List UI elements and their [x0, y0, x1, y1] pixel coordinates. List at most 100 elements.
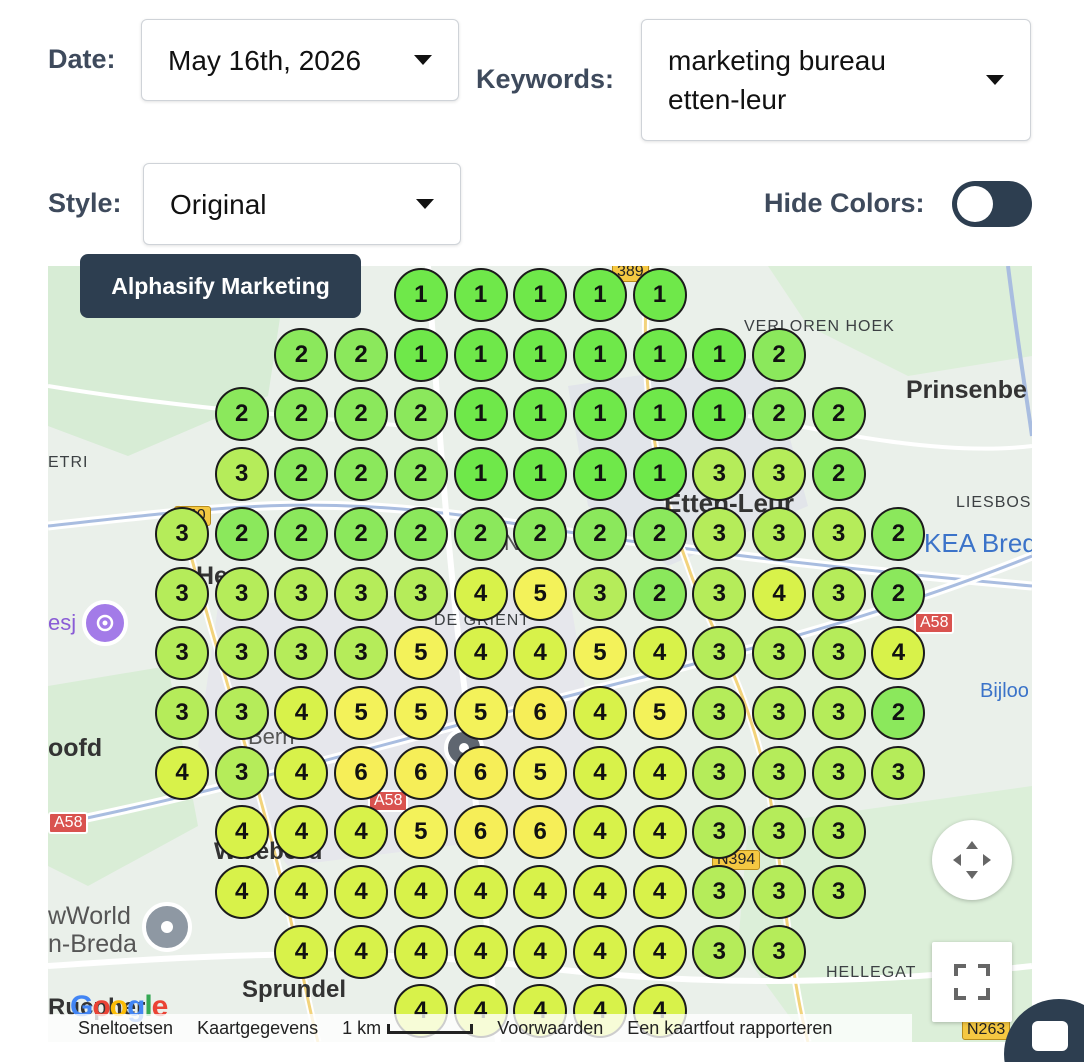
rank-cell[interactable]: 2 — [453, 506, 508, 561]
rank-cell[interactable]: 5 — [393, 626, 448, 681]
rank-cell[interactable]: 1 — [453, 268, 508, 322]
rank-cell[interactable]: 3 — [692, 924, 747, 979]
rank-cell[interactable]: 3 — [811, 745, 866, 800]
rank-cell[interactable]: 3 — [811, 566, 866, 621]
rank-cell[interactable]: 3 — [155, 506, 209, 561]
rank-cell[interactable]: 3 — [274, 566, 329, 621]
rank-cell[interactable]: 3 — [214, 626, 269, 681]
style-select[interactable]: Original — [143, 163, 461, 245]
rank-cell[interactable]: 4 — [393, 924, 448, 979]
rank-cell[interactable]: 1 — [453, 447, 508, 502]
rank-cell[interactable]: 1 — [572, 327, 627, 382]
rank-cell[interactable]: 4 — [334, 924, 389, 979]
rank-cell[interactable]: 5 — [513, 745, 568, 800]
rank-cell[interactable]: 6 — [513, 685, 568, 740]
rank-cell[interactable]: 3 — [214, 447, 269, 502]
rank-cell[interactable]: 4 — [632, 626, 687, 681]
keyboard-shortcuts-link[interactable]: Sneltoetsen — [78, 1018, 173, 1039]
rank-cell[interactable]: 3 — [811, 506, 866, 561]
rank-cell[interactable]: 6 — [334, 745, 389, 800]
rank-cell[interactable]: 2 — [334, 327, 389, 382]
rank-cell[interactable]: 4 — [572, 685, 627, 740]
rank-cell[interactable]: 4 — [453, 566, 508, 621]
rank-cell[interactable]: 3 — [752, 805, 806, 860]
rank-cell[interactable]: 6 — [393, 745, 448, 800]
keywords-select[interactable]: marketing bureau etten-leur — [641, 19, 1031, 141]
rank-cell[interactable]: 1 — [453, 387, 508, 442]
poi-pin-gray[interactable] — [142, 902, 192, 952]
date-select[interactable]: May 16th, 2026 — [141, 19, 459, 101]
rank-cell[interactable]: 1 — [513, 447, 568, 502]
rank-cell[interactable]: 5 — [513, 566, 568, 621]
rank-cell[interactable]: 3 — [155, 626, 209, 681]
rank-cell[interactable]: 4 — [214, 805, 269, 860]
rank-cell[interactable]: 1 — [632, 387, 687, 442]
rank-cell[interactable]: 4 — [572, 805, 627, 860]
rank-cell[interactable]: 3 — [572, 566, 627, 621]
fullscreen-button[interactable] — [932, 942, 1012, 1022]
rank-cell[interactable]: 3 — [811, 805, 866, 860]
rank-cell[interactable]: 3 — [692, 685, 747, 740]
map-scale[interactable]: 1 km — [342, 1018, 474, 1039]
rank-cell[interactable]: 2 — [214, 506, 269, 561]
rank-cell[interactable]: 2 — [274, 327, 329, 382]
rank-cell[interactable]: 3 — [214, 566, 269, 621]
rank-cell[interactable]: 1 — [513, 327, 568, 382]
rank-cell[interactable]: 5 — [572, 626, 627, 681]
rank-cell[interactable]: 3 — [752, 626, 806, 681]
rank-cell[interactable]: 4 — [274, 924, 329, 979]
rank-cell[interactable]: 2 — [393, 387, 448, 442]
rank-cell[interactable]: 2 — [752, 387, 806, 442]
rank-cell[interactable]: 1 — [572, 268, 627, 322]
rank-cell[interactable]: 1 — [453, 327, 508, 382]
rank-cell[interactable]: 3 — [334, 626, 389, 681]
rank-cell[interactable]: 4 — [453, 924, 508, 979]
rank-cell[interactable]: 6 — [453, 805, 508, 860]
rank-cell[interactable]: 3 — [752, 685, 806, 740]
rank-cell[interactable]: 3 — [692, 447, 747, 502]
hide-colors-toggle[interactable] — [952, 181, 1032, 227]
terms-link[interactable]: Voorwaarden — [497, 1018, 603, 1039]
rank-cell[interactable]: 3 — [214, 685, 269, 740]
rank-cell[interactable]: 2 — [811, 447, 866, 502]
map-pan-button[interactable] — [932, 820, 1012, 900]
rank-cell[interactable]: 4 — [572, 745, 627, 800]
rank-cell[interactable]: 3 — [811, 865, 866, 919]
rank-cell[interactable]: 2 — [393, 447, 448, 502]
rank-cell[interactable]: 1 — [572, 447, 627, 502]
rank-cell[interactable]: 3 — [692, 745, 747, 800]
rank-cell[interactable]: 2 — [871, 685, 926, 740]
rank-cell[interactable]: 4 — [632, 745, 687, 800]
rank-cell[interactable]: 3 — [811, 685, 866, 740]
rank-cell[interactable]: 3 — [752, 745, 806, 800]
rank-cell[interactable]: 5 — [334, 685, 389, 740]
rank-cell[interactable]: 2 — [572, 506, 627, 561]
rank-cell[interactable]: 3 — [752, 447, 806, 502]
rank-cell[interactable]: 6 — [453, 745, 508, 800]
rank-cell[interactable]: 4 — [214, 865, 269, 919]
rank-cell[interactable]: 3 — [692, 506, 747, 561]
rank-cell[interactable]: 4 — [274, 745, 329, 800]
rank-cell[interactable]: 2 — [513, 506, 568, 561]
rank-cell[interactable]: 3 — [752, 506, 806, 561]
rank-cell[interactable]: 3 — [811, 626, 866, 681]
rank-cell[interactable]: 5 — [393, 685, 448, 740]
rank-cell[interactable]: 1 — [393, 268, 448, 322]
rank-cell[interactable]: 3 — [155, 685, 209, 740]
rank-cell[interactable]: 4 — [334, 865, 389, 919]
rank-cell[interactable]: 1 — [393, 327, 448, 382]
rank-cell[interactable]: 2 — [393, 506, 448, 561]
rank-cell[interactable]: 3 — [692, 865, 747, 919]
poi-pin-purple[interactable] — [82, 600, 128, 646]
rank-cell[interactable]: 3 — [214, 745, 269, 800]
rank-cell[interactable]: 4 — [155, 745, 209, 800]
rank-cell[interactable]: 1 — [513, 268, 568, 322]
rank-cell[interactable]: 5 — [393, 805, 448, 860]
rank-cell[interactable]: 4 — [752, 566, 806, 621]
rank-cell[interactable]: 3 — [752, 924, 806, 979]
rank-cell[interactable]: 4 — [572, 924, 627, 979]
rank-cell[interactable]: 4 — [274, 685, 329, 740]
rank-cell[interactable]: 1 — [692, 327, 747, 382]
rank-cell[interactable]: 2 — [632, 506, 687, 561]
rank-cell[interactable]: 1 — [632, 268, 687, 322]
